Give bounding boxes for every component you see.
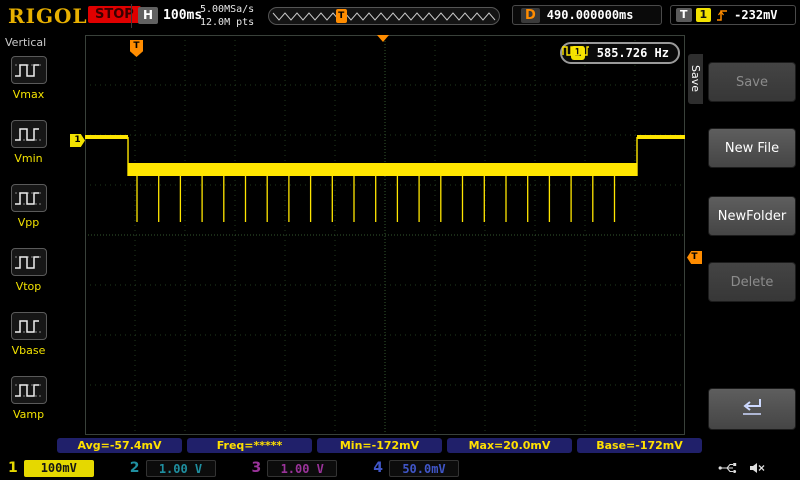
sidebar-item-vpp[interactable]: Vpp (0, 179, 57, 243)
speaker-mute-icon (749, 461, 766, 475)
measurement-max: Max=20.0mV (447, 438, 572, 453)
vpp-icon (10, 184, 47, 212)
measure-sidebar: Vertical Vmax Vmin Vpp Vtop Vbase Vamp (0, 32, 57, 436)
trigger-level-marker[interactable]: T (687, 251, 702, 264)
channel-1-scale: 100mV (23, 459, 94, 477)
trigger-source-badge: 1 (695, 8, 712, 22)
channel-2-status[interactable]: 2 1.00 V (129, 459, 216, 477)
channel-3-number: 3 (251, 460, 262, 476)
oscilloscope-screen: RIGOL STOP H 100ms 5.00MSa/s 12.0M pts T… (0, 0, 800, 480)
sidebar-item-vamp[interactable]: Vamp (0, 371, 57, 435)
sidebar-item-vmax[interactable]: Vmax (0, 51, 57, 115)
new-folder-button[interactable]: NewFolder (708, 196, 796, 236)
acquisition-info: 5.00MSa/s 12.0M pts (200, 4, 254, 29)
sidebar-item-vtop[interactable]: Vtop (0, 243, 57, 307)
channel-4-scale: 50.0mV (389, 459, 459, 477)
channel1-ground-marker[interactable]: 1 (70, 134, 85, 147)
vamp-label: Vamp (12, 408, 45, 421)
sidebar-item-vmin[interactable]: Vmin (0, 115, 57, 179)
channel-status-bar: 1 100mV 2 1.00 V 3 1.00 V 4 50.0mV (0, 456, 800, 480)
sample-rate: 5.00MSa/s (200, 4, 255, 15)
save-button[interactable]: Save (708, 62, 796, 102)
return-arrow-icon (739, 396, 765, 418)
measurement-min: Min=-172mV (317, 438, 442, 453)
delay-icon: D (521, 7, 540, 23)
channel-3-status[interactable]: 3 1.00 V (251, 459, 338, 477)
menu-title-tab: Save (688, 54, 703, 104)
trigger-readout[interactable]: T 1 -232mV (670, 5, 796, 25)
trigger-icon: T (676, 8, 692, 22)
timebase-value: 100ms (163, 8, 203, 23)
vtop-icon (10, 248, 47, 276)
vmax-icon (10, 56, 47, 84)
sidebar-title: Vertical (5, 36, 47, 49)
horizontal-center-marker (377, 35, 389, 42)
measurement-freq: Freq=***** (187, 438, 312, 453)
back-button[interactable] (708, 388, 796, 430)
vpp-label: Vpp (17, 216, 40, 229)
usb-icon (718, 461, 737, 475)
trigger-position-slider[interactable]: T (335, 9, 347, 23)
delete-button[interactable]: Delete (708, 262, 796, 302)
sidebar-item-vbase[interactable]: Vbase (0, 307, 57, 371)
horizontal-position-bar[interactable]: T (268, 7, 500, 25)
softkey-menu: Save New File NewFolder Delete (703, 32, 800, 480)
vbase-icon (10, 312, 47, 340)
channel-4-status[interactable]: 4 50.0mV (373, 459, 459, 477)
delay-readout[interactable]: D 490.000000ms (512, 5, 662, 25)
run-state-badge[interactable]: STOP (88, 6, 141, 23)
measurement-avg: Avg=-57.4mV (57, 438, 182, 453)
channel-4-number: 4 (373, 460, 383, 476)
channel-2-number: 2 (129, 460, 140, 476)
waveform-display: T 1 585.726 Hz (85, 35, 685, 435)
vamp-icon (10, 376, 47, 404)
waveform-overview-icon (272, 12, 496, 21)
vmax-label: Vmax (12, 88, 45, 101)
vmin-icon (10, 120, 47, 148)
channel-3-scale: 1.00 V (267, 459, 338, 477)
rigol-logo: RIGOL (8, 4, 88, 28)
horizontal-timebase[interactable]: H 100ms (138, 7, 202, 24)
channel-2-scale: 1.00 V (145, 459, 216, 477)
trigger-edge-icon (715, 7, 730, 23)
waveform-canvas (85, 35, 685, 435)
vtop-label: Vtop (15, 280, 42, 293)
measurement-base: Base=-172mV (577, 438, 702, 453)
horizontal-icon: H (138, 7, 159, 24)
separator (131, 4, 132, 28)
top-status-bar: RIGOL STOP H 100ms 5.00MSa/s 12.0M pts T… (0, 0, 800, 32)
memory-depth: 12.0M pts (200, 16, 255, 28)
delay-value: 490.000000ms (546, 8, 634, 22)
new-file-button[interactable]: New File (708, 128, 796, 168)
vbase-label: Vbase (11, 344, 46, 357)
vmin-label: Vmin (14, 152, 43, 165)
channel-1-status[interactable]: 1 100mV (8, 459, 94, 477)
counter-value: 585.726 Hz (596, 46, 669, 60)
measurement-results-bar: Avg=-57.4mV Freq=***** Min=-172mV Max=20… (57, 438, 702, 453)
frequency-counter: 1 585.726 Hz (559, 42, 680, 64)
trigger-level-value: -232mV (734, 8, 778, 22)
channel-1-number: 1 (8, 460, 18, 476)
